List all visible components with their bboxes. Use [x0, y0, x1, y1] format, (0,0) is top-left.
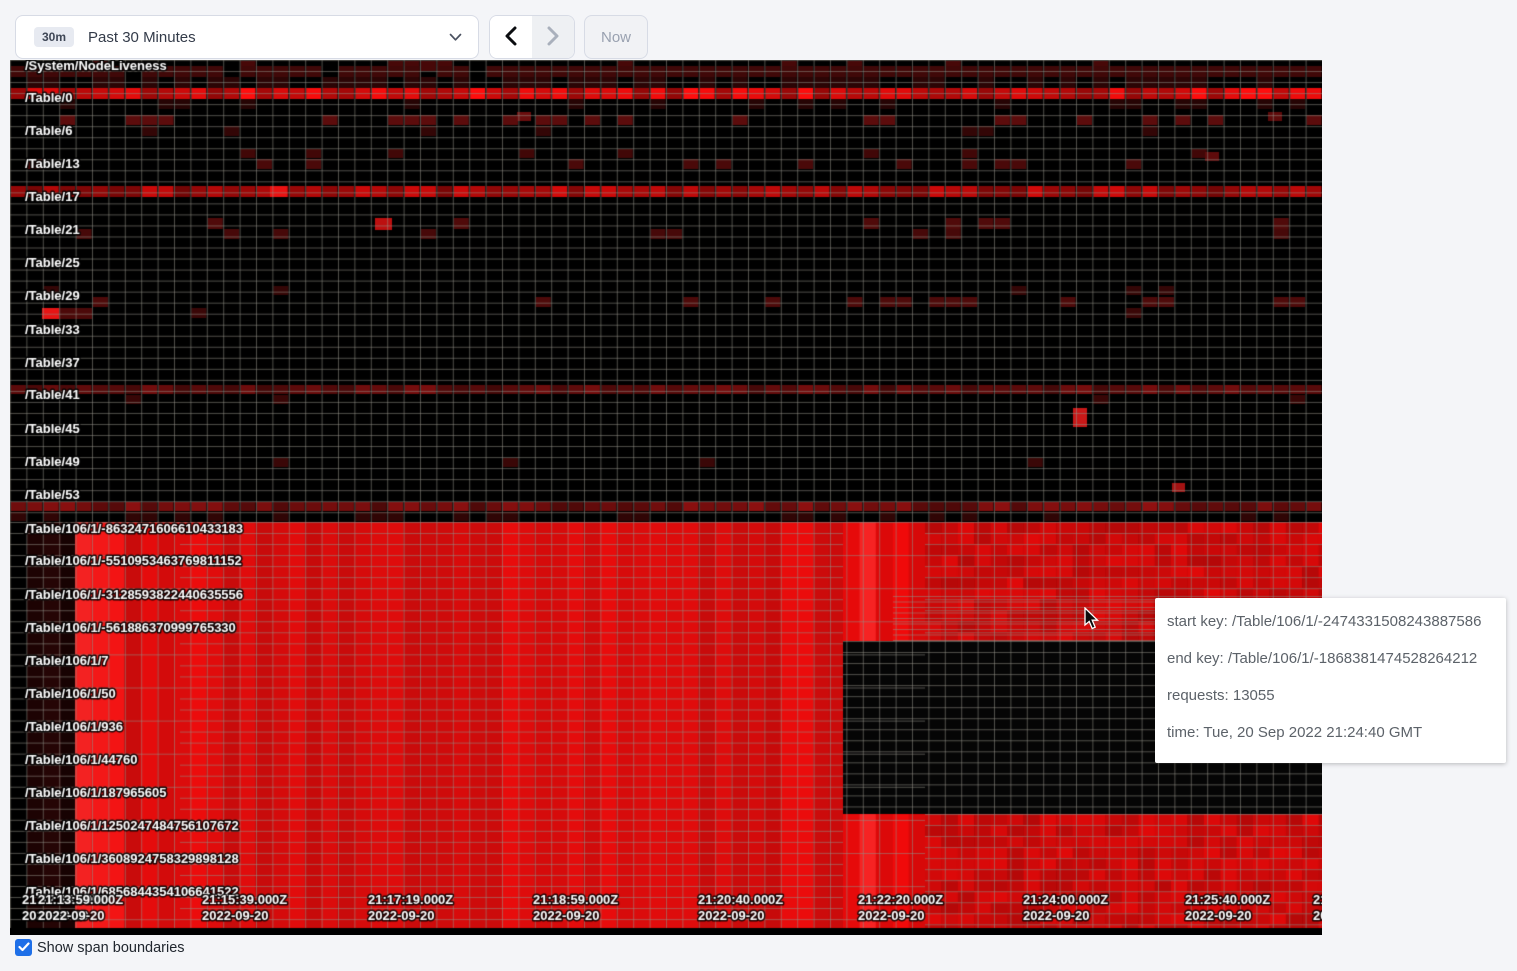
now-button[interactable]: Now [584, 15, 648, 59]
key-visualizer-canvas[interactable] [10, 60, 1322, 935]
time-range-dropdown[interactable]: 30m Past 30 Minutes [15, 15, 479, 59]
chevron-right-icon [547, 26, 560, 49]
tooltip-start-key: start key: /Table/106/1/-247433150824388… [1167, 614, 1494, 629]
show-span-boundaries-checkbox[interactable] [15, 939, 32, 956]
chevron-down-icon [449, 33, 462, 42]
footer: Show span boundaries [15, 939, 185, 956]
show-span-boundaries-label: Show span boundaries [37, 940, 185, 956]
tooltip-end-key: end key: /Table/106/1/-18683814745282642… [1167, 651, 1494, 666]
tooltip-requests: requests: 13055 [1167, 688, 1494, 703]
tooltip-time: time: Tue, 20 Sep 2022 21:24:40 GMT [1167, 725, 1494, 740]
check-icon [18, 939, 30, 957]
time-range-label: Past 30 Minutes [88, 29, 196, 46]
next-time-button[interactable] [532, 16, 574, 58]
key-visualizer-page: 30m Past 30 Minutes Now start key: / [0, 0, 1517, 971]
chevron-left-icon [504, 26, 517, 49]
time-range-badge: 30m [34, 27, 74, 47]
range-tooltip: start key: /Table/106/1/-247433150824388… [1155, 598, 1506, 763]
prev-time-button[interactable] [490, 16, 532, 58]
time-nav-group [489, 15, 575, 59]
